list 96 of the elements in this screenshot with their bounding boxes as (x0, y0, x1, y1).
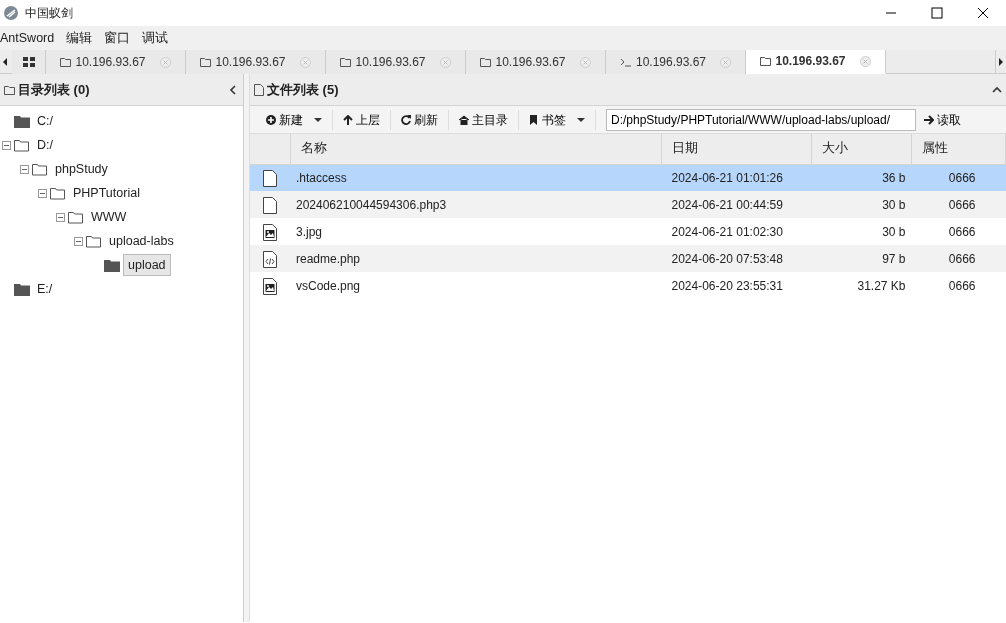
tab-label: 10.196.93.67 (775, 53, 846, 70)
tab-label: 10.196.93.67 (495, 54, 566, 71)
scroll-left-icon[interactable] (2, 57, 10, 67)
image-file-icon (263, 223, 277, 241)
file-icon (254, 83, 264, 96)
folder-icon (50, 186, 66, 200)
folder-icon (760, 56, 772, 66)
toolbar-button[interactable]: 新建 (256, 109, 333, 130)
tree-item[interactable]: E:/ (33, 278, 57, 300)
file-date: 2024-06-21 01:01:26 (671, 170, 783, 185)
column-header[interactable]: 属性 (911, 134, 1006, 164)
folder-icon (200, 57, 212, 67)
tab-label: 10.196.93.67 (215, 54, 286, 71)
app-logo-icon (3, 5, 19, 21)
tab[interactable]: 10.196.93.67 (606, 50, 746, 74)
column-header[interactable]: 大小 (811, 134, 912, 164)
folder-icon (68, 210, 84, 224)
code-file-icon (263, 250, 277, 268)
tree-item[interactable]: WWW (87, 206, 131, 228)
plus-icon (266, 114, 276, 125)
window-title: 中国蚁剑 (25, 5, 73, 22)
column-header[interactable]: 名称 (290, 134, 662, 164)
menu-item[interactable]: 窗口 (104, 28, 137, 48)
folder-icon (480, 57, 492, 67)
folder-icon (340, 57, 352, 67)
toolbar-button[interactable]: 刷新 (391, 109, 449, 130)
menu-item[interactable]: 调试 (142, 28, 175, 48)
collapse-icon[interactable] (992, 86, 1002, 93)
file-attributes: 0666 (948, 251, 976, 266)
terminal-icon (619, 57, 632, 67)
collapse-toggle-icon[interactable] (74, 236, 83, 246)
panel-title: 目录列表 (0) (18, 80, 90, 99)
folder-icon (60, 57, 72, 67)
tree-item[interactable]: upload-labs (105, 230, 178, 252)
file-date: 2024-06-21 00:44:59 (671, 197, 783, 212)
tree-item[interactable]: upload (123, 253, 171, 277)
home-icon (459, 114, 469, 125)
menu-item[interactable]: AntSword (0, 28, 61, 48)
file-date: 2024-06-20 07:53:48 (671, 251, 783, 266)
scroll-right-icon[interactable] (998, 57, 1004, 67)
tab[interactable] (12, 50, 46, 74)
file-attributes: 0666 (948, 197, 976, 212)
tab[interactable]: 10.196.93.67 (326, 50, 466, 74)
file-attributes: 0666 (948, 170, 976, 185)
file-attributes: 0666 (948, 278, 976, 293)
collapse-toggle-icon[interactable] (56, 212, 65, 222)
panel-title: 文件列表 (5) (267, 80, 339, 99)
file-size: 30 b (882, 197, 906, 212)
file-name: readme.php (296, 251, 361, 266)
collapse-toggle-icon[interactable] (20, 164, 29, 174)
file-size: 31.27 Kb (857, 278, 906, 293)
file-icon (263, 169, 277, 187)
file-name: vsCode.png (296, 278, 361, 293)
refresh-icon (401, 114, 411, 125)
file-name: 3.jpg (296, 224, 323, 239)
tree-item[interactable]: D:/ (33, 134, 57, 156)
tab-label: 10.196.93.67 (635, 54, 707, 71)
file-name: .htaccess (296, 170, 347, 185)
collapse-toggle-icon[interactable] (2, 140, 11, 150)
file-size: 36 b (882, 170, 906, 185)
maximize-icon[interactable] (931, 7, 943, 19)
toolbar-button[interactable]: 主目录 (449, 109, 519, 130)
file-date: 2024-06-20 23:55:31 (671, 278, 783, 293)
file-size: 30 b (882, 224, 906, 239)
collapse-icon[interactable] (229, 84, 236, 95)
file-icon (263, 196, 277, 214)
image-file-icon (263, 277, 277, 295)
tab[interactable]: 10.196.93.67 (46, 50, 186, 74)
tree-item[interactable]: PHPTutorial (69, 182, 144, 204)
path-field[interactable]: D:/phpStudy/PHPTutorial/WWW/upload-labs/upload/ (606, 108, 916, 131)
folder-icon (86, 234, 102, 248)
tree-item[interactable]: C:/ (33, 110, 57, 132)
toolbar-button[interactable]: 书签 (519, 109, 596, 130)
collapse-toggle-icon[interactable] (38, 188, 47, 198)
folder-icon (4, 84, 15, 95)
arrow-up-icon (343, 114, 353, 125)
tab-label: 10.196.93.67 (75, 54, 146, 71)
folder-icon (14, 138, 30, 152)
file-name: 202406210044594306.php3 (296, 197, 447, 212)
close-icon[interactable] (977, 7, 989, 19)
arrow-right-icon (924, 114, 934, 125)
file-date: 2024-06-21 01:02:30 (671, 224, 783, 239)
tab[interactable]: 10.196.93.67 (186, 50, 326, 74)
bookmark-icon (529, 114, 539, 125)
toolbar-button[interactable]: 上层 (333, 109, 391, 130)
tab-label: 10.196.93.67 (355, 54, 426, 71)
tab[interactable]: 10.196.93.67 (466, 50, 606, 74)
tree-item[interactable]: phpStudy (51, 158, 112, 180)
grid-icon (22, 57, 35, 67)
column-header[interactable]: 日期 (661, 134, 812, 164)
read-button[interactable]: 读取 (916, 110, 969, 129)
file-size: 97 b (882, 251, 906, 266)
file-attributes: 0666 (948, 224, 976, 239)
folder-icon (32, 162, 48, 176)
menu-item[interactable]: 编辑 (66, 28, 99, 48)
tab[interactable]: 10.196.93.67 (746, 50, 886, 74)
